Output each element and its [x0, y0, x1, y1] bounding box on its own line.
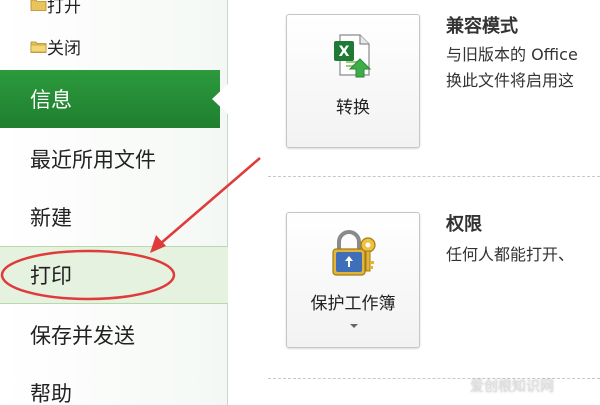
lock-key-icon [332, 230, 376, 276]
compat-desc-line2: 换此文件将启用这 [446, 71, 575, 90]
close-menu-item[interactable]: 关闭 [30, 32, 81, 60]
sidebar-item-label: 最近所用文件 [30, 148, 156, 172]
section-divider [268, 176, 600, 177]
dropdown-arrow-icon [350, 324, 358, 328]
sidebar-item-save-send[interactable]: 保存并发送 [0, 306, 228, 364]
compat-title: 兼容模式 [446, 16, 518, 37]
convert-button[interactable]: X 转换 [286, 14, 420, 148]
sidebar-item-label: 打印 [30, 264, 72, 288]
close-menu-label: 关闭 [47, 38, 81, 59]
open-menu-label: 打开 [47, 0, 81, 17]
svg-text:X: X [339, 44, 350, 60]
sidebar-item-label: 帮助 [30, 382, 72, 405]
sidebar-item-print[interactable]: 打印 [0, 246, 228, 304]
open-menu-item[interactable]: 打开 [30, 0, 81, 18]
folder-close-icon [30, 41, 47, 53]
watermark: 爱创根知识网 [470, 379, 554, 395]
backstage-sidebar: 打开 关闭 信息 最近所用文件 新建 打印 保存并发送 帮助 [0, 0, 228, 405]
sidebar-item-label: 新建 [30, 206, 72, 230]
sidebar-item-info[interactable]: 信息 [0, 70, 220, 128]
permissions-title: 权限 [446, 214, 482, 235]
protect-workbook-button[interactable]: 保护工作簿 [286, 212, 420, 348]
excel-convert-icon: X [334, 34, 372, 78]
selected-pointer-icon [212, 84, 228, 114]
sidebar-item-recent[interactable]: 最近所用文件 [0, 130, 228, 188]
sidebar-item-label: 信息 [30, 88, 72, 112]
convert-button-label: 转换 [336, 98, 370, 118]
folder-open-icon [30, 0, 47, 11]
compat-desc-line1: 与旧版本的 Office [446, 45, 578, 64]
sidebar-item-label: 保存并发送 [30, 324, 135, 348]
permissions-desc-line1: 任何人都能打开、 [446, 245, 575, 264]
sidebar-item-help[interactable]: 帮助 [0, 364, 228, 405]
sidebar-item-new[interactable]: 新建 [0, 188, 228, 246]
protect-workbook-label: 保护工作簿 [310, 294, 396, 314]
